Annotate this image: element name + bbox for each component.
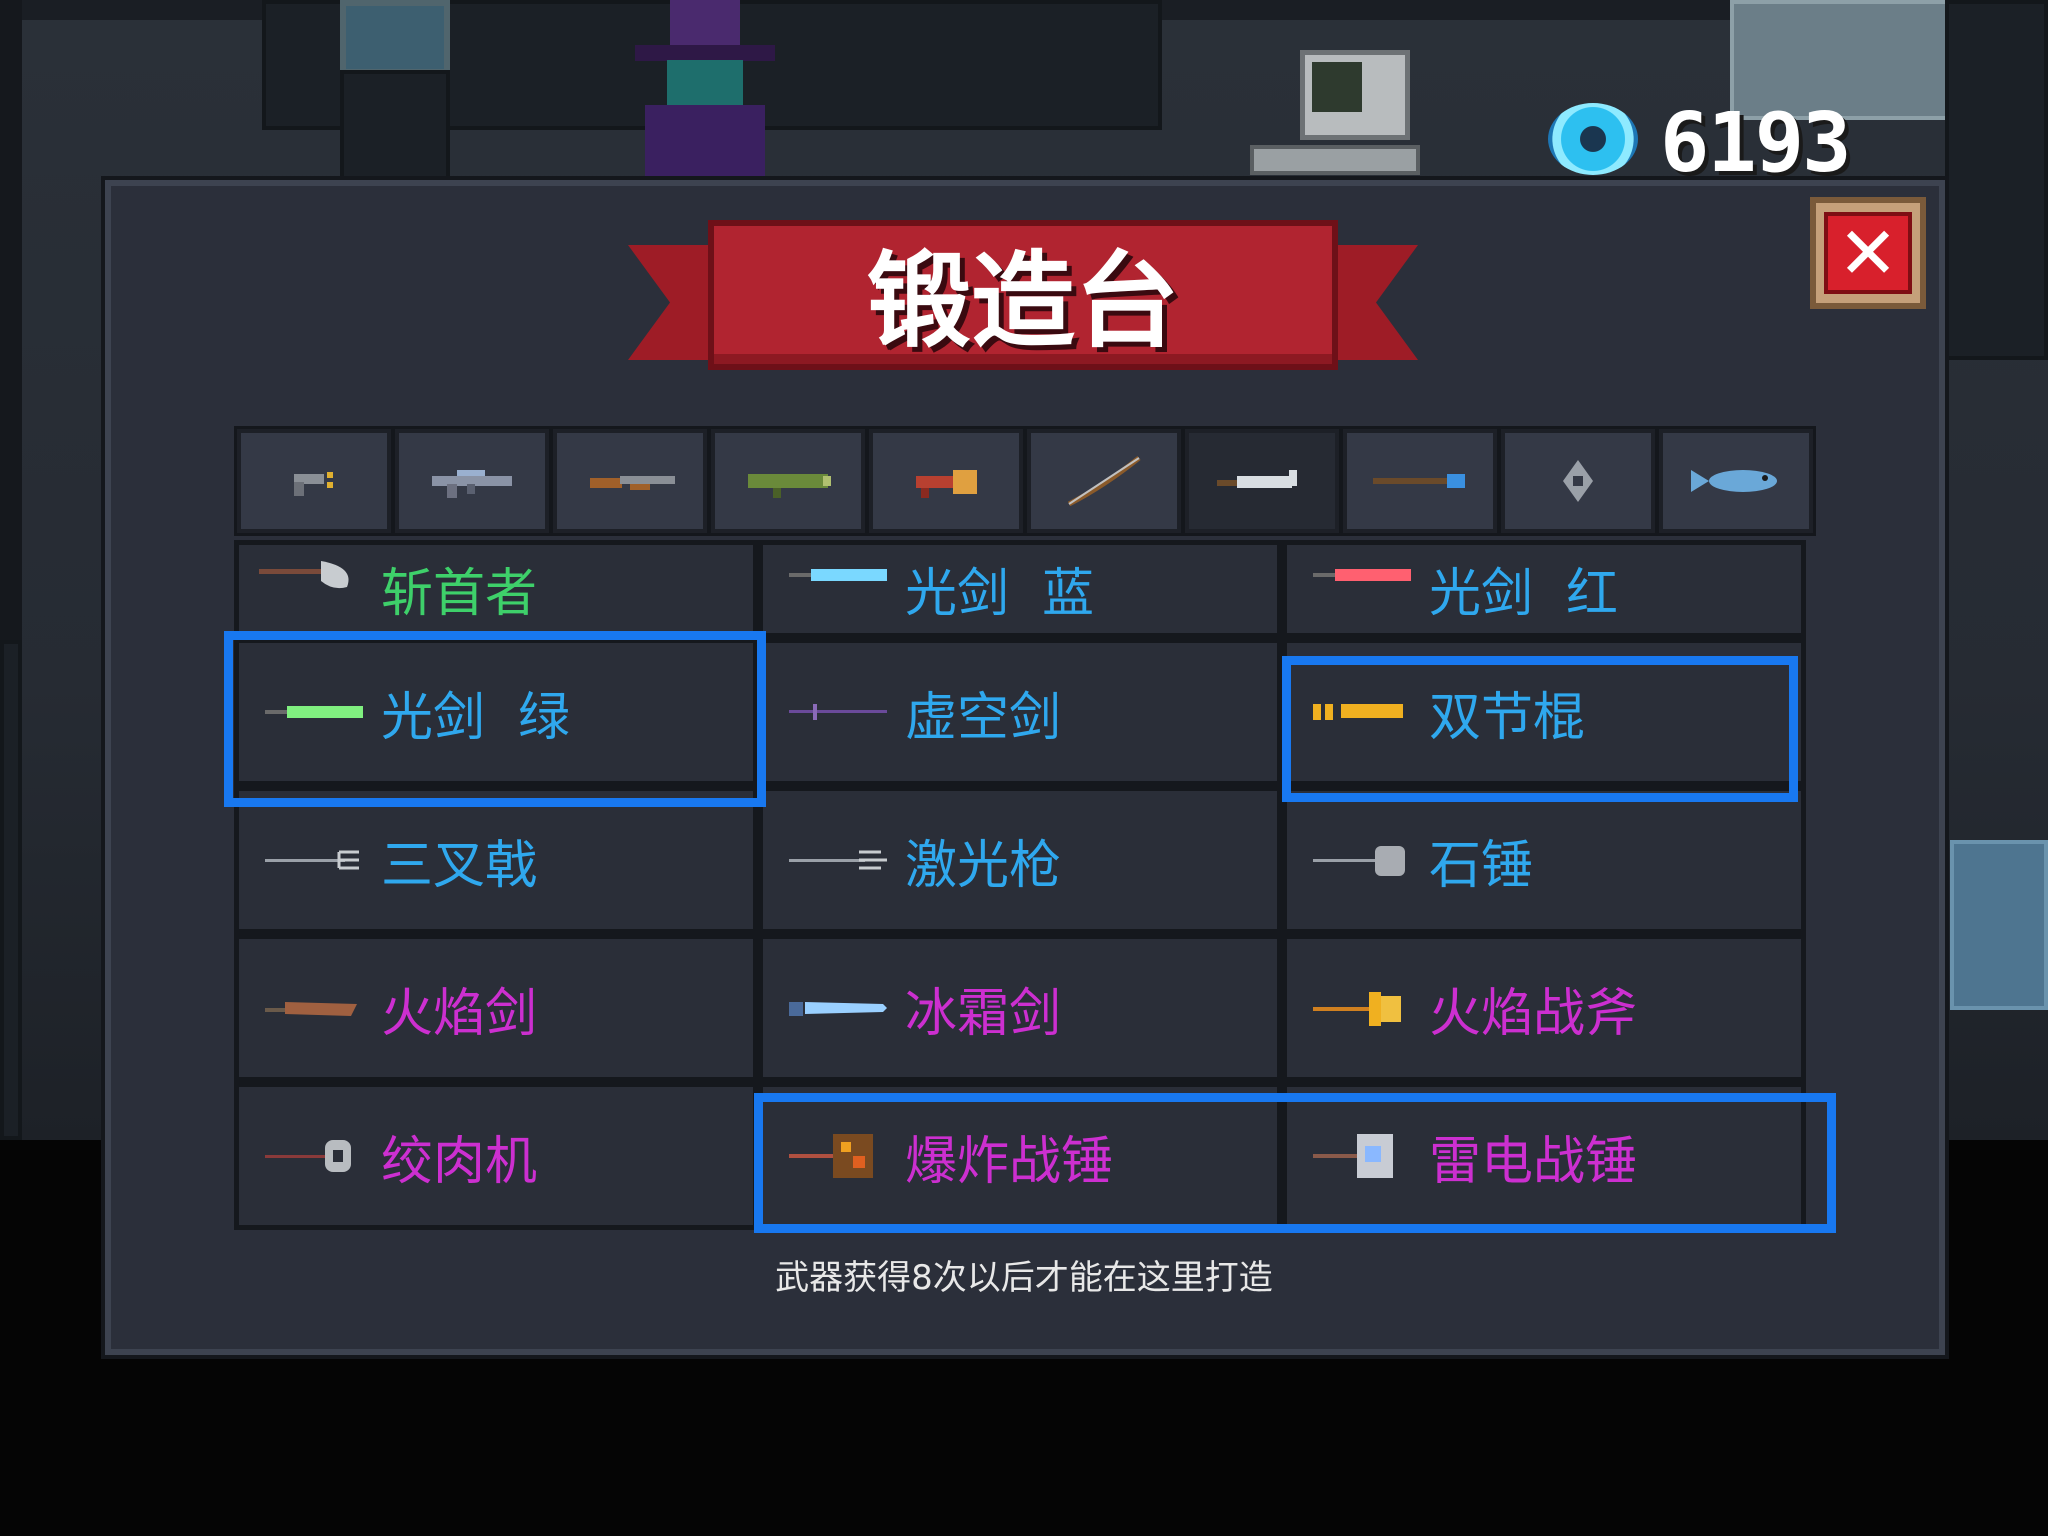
gem-count: 6193	[1660, 96, 1851, 191]
tab-shuriken[interactable]	[1501, 429, 1655, 533]
trident-icon	[265, 850, 359, 870]
thunder-hammer-icon	[1313, 1134, 1393, 1178]
axe-icon	[259, 561, 349, 589]
close-button[interactable]: ✕	[1810, 197, 1926, 309]
weapon-cell[interactable]: 光剑 红	[1282, 540, 1806, 638]
lightsaber-green-icon	[265, 706, 363, 718]
tab-launcher[interactable]	[711, 429, 865, 533]
flame-sword-icon	[265, 1002, 357, 1016]
launcher-icon	[748, 474, 831, 498]
background-machine	[1945, 0, 2048, 360]
pistol-icon	[294, 472, 333, 496]
staff-icon	[1373, 474, 1465, 488]
weapon-name: 光剑 绿	[381, 687, 571, 748]
frost-sword-icon	[789, 1002, 887, 1016]
tab-flamethrower[interactable]	[869, 429, 1023, 533]
lightsaber-red-icon	[1313, 569, 1411, 581]
weapon-name: 火焰战斧	[1429, 983, 1638, 1044]
shuriken-icon	[1563, 460, 1593, 502]
weapon-cell[interactable]: 三叉戟	[234, 786, 758, 934]
stone-hammer-icon	[1313, 846, 1405, 876]
background-tile	[1950, 840, 2048, 1010]
void-sword-icon	[789, 704, 887, 720]
tab-sword[interactable]	[1185, 429, 1339, 533]
meat-grinder-icon	[265, 1140, 351, 1172]
explosive-hammer-icon	[789, 1134, 873, 1178]
weapon-name: 爆炸战锤	[905, 1131, 1114, 1192]
shotgun-icon	[590, 476, 675, 490]
weapon-cell[interactable]: 虚空剑	[758, 638, 1282, 786]
title-banner: 锻造台	[628, 215, 1418, 390]
weapon-name: 斩首者	[381, 564, 538, 624]
gem-icon	[1548, 103, 1638, 175]
tab-fish[interactable]	[1659, 429, 1813, 533]
weapon-cell[interactable]: 火焰剑	[234, 934, 758, 1082]
weapon-name: 雷电战锤	[1429, 1131, 1638, 1192]
weapon-name: 冰霜剑	[905, 983, 1062, 1044]
weapon-name: 三叉戟	[381, 835, 538, 896]
weapon-name: 激光枪	[905, 835, 1062, 896]
weapon-cell[interactable]: 激光枪	[758, 786, 1282, 934]
weapon-cell[interactable]: 冰霜剑	[758, 934, 1282, 1082]
weapon-grid: 斩首者 光剑 蓝 光剑 红 光剑 绿 虚空剑 双节棍 三叉戟 激光枪 石锤 火焰…	[234, 540, 1806, 1230]
weapon-name: 光剑 红	[1429, 564, 1619, 624]
weapon-cell[interactable]: 双节棍	[1282, 638, 1806, 786]
weapon-cell[interactable]: 爆炸战锤	[758, 1082, 1282, 1230]
flame-axe-icon	[1313, 992, 1401, 1026]
laser-spear-icon	[789, 850, 887, 870]
page-title: 锻造台	[866, 240, 1179, 362]
close-icon: ✕	[1824, 212, 1912, 294]
tab-staff[interactable]	[1343, 429, 1497, 533]
weapon-name: 虚空剑	[905, 687, 1062, 748]
weapon-cell[interactable]: 绞肉机	[234, 1082, 758, 1230]
weapon-name: 火焰剑	[381, 983, 538, 1044]
flamethrower-icon	[916, 470, 977, 498]
weapon-name: 光剑 蓝	[905, 564, 1095, 624]
lightsaber-blue-icon	[789, 569, 887, 581]
weapon-cell[interactable]: 雷电战锤	[1282, 1082, 1806, 1230]
bow-icon	[1067, 456, 1141, 506]
weapon-category-tabs	[234, 426, 1816, 536]
tab-bow[interactable]	[1027, 429, 1181, 533]
weapon-name: 绞肉机	[381, 1131, 538, 1192]
nunchaku-icon	[1313, 704, 1403, 720]
computer-terminal	[1240, 50, 1440, 180]
weapon-cell[interactable]: 火焰战斧	[1282, 934, 1806, 1082]
background-monitor	[340, 0, 450, 75]
sword-icon	[1217, 470, 1297, 488]
weapon-cell[interactable]: 石锤	[1282, 786, 1806, 934]
weapon-cell[interactable]: 光剑 绿	[234, 638, 758, 786]
weapon-cell[interactable]: 斩首者	[234, 540, 758, 638]
background-door	[0, 640, 22, 1140]
weapon-name: 双节棍	[1429, 687, 1586, 748]
fish-icon	[1691, 470, 1777, 492]
forge-requirement-note: 武器获得8次以后才能在这里打造	[775, 1258, 1273, 1298]
background-console	[340, 70, 450, 180]
tab-pistol[interactable]	[237, 429, 391, 533]
wizard-npc	[625, 0, 785, 180]
weapon-cell[interactable]: 光剑 蓝	[758, 540, 1282, 638]
tab-shotgun[interactable]	[553, 429, 707, 533]
weapon-name: 石锤	[1429, 835, 1534, 896]
rifle-icon	[432, 470, 512, 498]
tab-rifle[interactable]	[395, 429, 549, 533]
